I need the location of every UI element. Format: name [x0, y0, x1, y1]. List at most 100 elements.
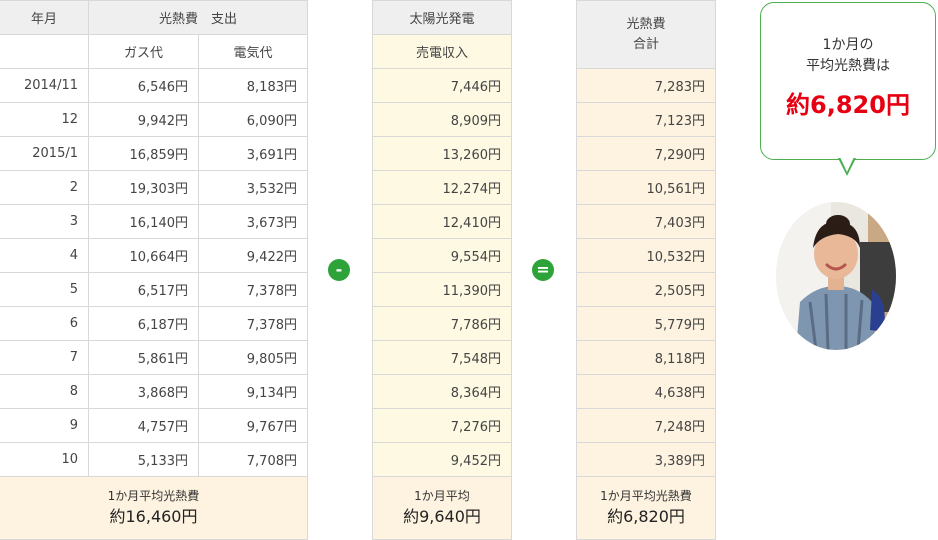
- table-row: 9 4,757円 9,767円: [0, 408, 308, 443]
- table-row: 7,548円: [372, 340, 512, 375]
- table-row: 13,260円: [372, 136, 512, 171]
- month-cell: 2: [0, 170, 89, 205]
- table-row: 7,248円: [576, 408, 716, 443]
- total-table: 光熱費 合計 7,283円 7,123円 7,290円 10,561円 7,403円 10…: [576, 0, 716, 540]
- sales-cell: 9,554円: [372, 238, 512, 273]
- header-expense: 光熱費 支出: [88, 0, 308, 35]
- month-cell: 5: [0, 272, 89, 307]
- table-row: 3 16,140円 3,673円: [0, 204, 308, 239]
- total-cell: 7,403円: [576, 204, 716, 239]
- sales-cell: 9,452円: [372, 442, 512, 477]
- header-empty: [0, 34, 89, 69]
- total-cell: 10,561円: [576, 170, 716, 205]
- total-cell: 4,638円: [576, 374, 716, 409]
- elec-cell: 7,378円: [198, 306, 308, 341]
- summary-bubble: 1か月の 平均光熱費は 約6,820円: [760, 2, 936, 160]
- gas-cell: 19,303円: [88, 170, 199, 205]
- gas-cell: 6,517円: [88, 272, 199, 307]
- sales-cell: 8,909円: [372, 102, 512, 137]
- header-gas: ガス代: [88, 34, 199, 69]
- expense-average-value: 約16,460円: [109, 507, 198, 527]
- table-row: 5 6,517円 7,378円: [0, 272, 308, 307]
- header-total-line2: 合計: [632, 36, 659, 52]
- sales-cell: 11,390円: [372, 272, 512, 307]
- table-row: 2,505円: [576, 272, 716, 307]
- gas-cell: 5,133円: [88, 442, 199, 477]
- person-photo: [776, 202, 896, 350]
- elec-cell: 8,183円: [198, 68, 308, 103]
- total-cell: 7,248円: [576, 408, 716, 443]
- gas-cell: 16,859円: [88, 136, 199, 171]
- elec-cell: 9,422円: [198, 238, 308, 273]
- sales-cell: 8,364円: [372, 374, 512, 409]
- sales-cell: 7,446円: [372, 68, 512, 103]
- gas-cell: 3,868円: [88, 374, 199, 409]
- bubble-line2: 平均光熱費は: [806, 58, 890, 74]
- month-cell: 7: [0, 340, 89, 375]
- expense-average: 1か月平均光熱費 約16,460円: [0, 476, 308, 540]
- elec-cell: 6,090円: [198, 102, 308, 137]
- total-cell: 7,290円: [576, 136, 716, 171]
- table-row: 8 3,868円 9,134円: [0, 374, 308, 409]
- table-row: 8,118円: [576, 340, 716, 375]
- elec-cell: 7,378円: [198, 272, 308, 307]
- table-row: 10 5,133円 7,708円: [0, 442, 308, 477]
- equals-icon: =: [532, 259, 554, 281]
- table-row: 12,274円: [372, 170, 512, 205]
- solar-average: 1か月平均 約9,640円: [372, 476, 512, 540]
- month-cell: 6: [0, 306, 89, 341]
- elec-cell: 7,708円: [198, 442, 308, 477]
- solar-average-label: 1か月平均: [414, 489, 470, 504]
- month-cell: 8: [0, 374, 89, 409]
- elec-cell: 3,673円: [198, 204, 308, 239]
- month-cell: 3: [0, 204, 89, 239]
- sales-cell: 7,786円: [372, 306, 512, 341]
- gas-cell: 9,942円: [88, 102, 199, 137]
- expense-average-label: 1か月平均光熱費: [107, 489, 200, 504]
- table-row: 7,290円: [576, 136, 716, 171]
- sales-cell: 12,274円: [372, 170, 512, 205]
- table-row: 4,638円: [576, 374, 716, 409]
- table-row: 7,403円: [576, 204, 716, 239]
- total-cell: 3,389円: [576, 442, 716, 477]
- minus-icon: -: [328, 259, 350, 281]
- table-row: 7,283円: [576, 68, 716, 103]
- table-row: 12 9,942円 6,090円: [0, 102, 308, 137]
- header-total-line1: 光熱費: [626, 16, 666, 32]
- month-cell: 12: [0, 102, 89, 137]
- table-row: 10,532円: [576, 238, 716, 273]
- table-row: 4 10,664円 9,422円: [0, 238, 308, 273]
- table-row: 2015/1 16,859円 3,691円: [0, 136, 308, 171]
- sales-cell: 12,410円: [372, 204, 512, 239]
- table-row: 11,390円: [372, 272, 512, 307]
- total-cell: 2,505円: [576, 272, 716, 307]
- table-row: 7,123円: [576, 102, 716, 137]
- table-row: 8,364円: [372, 374, 512, 409]
- table-row: 8,909円: [372, 102, 512, 137]
- table-row: 6 6,187円 7,378円: [0, 306, 308, 341]
- sales-cell: 7,276円: [372, 408, 512, 443]
- header-sales: 売電収入: [372, 34, 512, 69]
- gas-cell: 10,664円: [88, 238, 199, 273]
- table-row: 2 19,303円 3,532円: [0, 170, 308, 205]
- table-row: 7 5,861円 9,805円: [0, 340, 308, 375]
- total-average-value: 約6,820円: [607, 507, 685, 527]
- solar-table: 太陽光発電 売電収入 7,446円 8,909円 13,260円 12,274円 12,…: [372, 0, 512, 540]
- gas-cell: 4,757円: [88, 408, 199, 443]
- table-row: 5,779円: [576, 306, 716, 341]
- elec-cell: 9,805円: [198, 340, 308, 375]
- table-row: 2014/11 6,546円 8,183円: [0, 68, 308, 103]
- table-row: 9,452円: [372, 442, 512, 477]
- gas-cell: 5,861円: [88, 340, 199, 375]
- total-cell: 10,532円: [576, 238, 716, 273]
- total-cell: 7,283円: [576, 68, 716, 103]
- table-row: 7,786円: [372, 306, 512, 341]
- table-row: 3,389円: [576, 442, 716, 477]
- sales-cell: 13,260円: [372, 136, 512, 171]
- gas-cell: 6,546円: [88, 68, 199, 103]
- table-row: 10,561円: [576, 170, 716, 205]
- month-cell: 2015/1: [0, 136, 89, 171]
- avatar: [776, 202, 896, 350]
- total-average: 1か月平均光熱費 約6,820円: [576, 476, 716, 540]
- table-row: 7,446円: [372, 68, 512, 103]
